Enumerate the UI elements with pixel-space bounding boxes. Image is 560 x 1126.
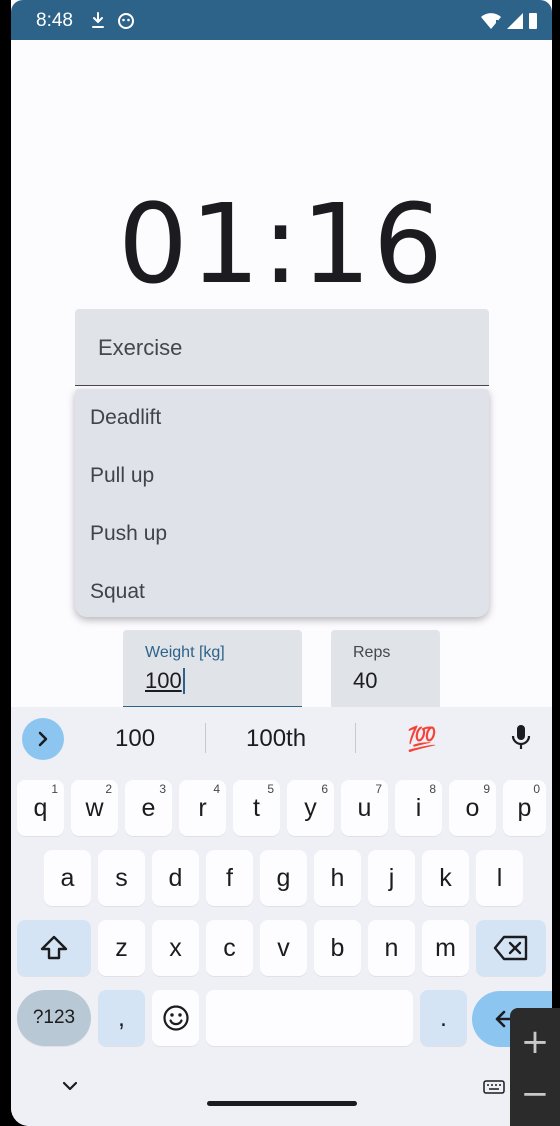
symbols-key[interactable]: ?123 bbox=[17, 990, 91, 1046]
soft-keyboard: 100 100th 💯 q1 w2 e3 r4 t5 y6 u7 i8 o9 p… bbox=[11, 707, 552, 1126]
key-j[interactable]: j bbox=[368, 850, 415, 906]
keyboard-expand-button[interactable] bbox=[22, 718, 64, 760]
key-g[interactable]: g bbox=[260, 850, 307, 906]
download-notification-icon bbox=[92, 12, 104, 28]
key-f[interactable]: f bbox=[206, 850, 253, 906]
app-notification-icon bbox=[118, 13, 134, 29]
emoji-key[interactable] bbox=[152, 990, 199, 1046]
key-e[interactable]: e3 bbox=[125, 780, 172, 836]
key-a[interactable]: a bbox=[44, 850, 91, 906]
wifi-icon bbox=[481, 13, 501, 29]
key-s[interactable]: s bbox=[98, 850, 145, 906]
phone-screen: 8:48 01:16 Exercise Deadlift Pull up Pus… bbox=[11, 0, 552, 1126]
key-x[interactable]: x bbox=[152, 920, 199, 976]
comma-key[interactable]: , bbox=[98, 990, 145, 1046]
exercise-dropdown-menu: Deadlift Pull up Push up Squat bbox=[75, 389, 489, 617]
space-key[interactable] bbox=[206, 990, 413, 1046]
countdown-timer: 01:16 bbox=[117, 180, 445, 308]
suggestion-divider bbox=[355, 723, 356, 753]
microphone-icon[interactable] bbox=[510, 723, 532, 751]
zoom-control: + − bbox=[510, 1008, 560, 1126]
zoom-out-button[interactable]: − bbox=[510, 1074, 560, 1114]
suggestion-1[interactable]: 100 bbox=[115, 725, 155, 753]
key-p[interactable]: p0 bbox=[503, 780, 546, 836]
key-n[interactable]: n bbox=[368, 920, 415, 976]
key-w[interactable]: w2 bbox=[71, 780, 118, 836]
text-caret bbox=[182, 668, 185, 694]
battery-icon bbox=[529, 13, 537, 29]
key-o[interactable]: o9 bbox=[449, 780, 496, 836]
key-l[interactable]: l bbox=[476, 850, 523, 906]
emoji-icon bbox=[162, 1005, 189, 1031]
key-h[interactable]: h bbox=[314, 850, 361, 906]
keyboard-switch-icon[interactable] bbox=[483, 1080, 505, 1094]
dropdown-item-squat[interactable]: Squat bbox=[75, 563, 489, 621]
reps-input[interactable]: 40 bbox=[353, 668, 377, 694]
suggestion-2[interactable]: 100th bbox=[246, 725, 306, 753]
key-q[interactable]: q1 bbox=[17, 780, 64, 836]
status-system-icons bbox=[480, 12, 538, 30]
status-time: 8:48 bbox=[36, 10, 73, 31]
zoom-in-button[interactable]: + bbox=[510, 1022, 560, 1062]
backspace-key[interactable] bbox=[476, 920, 546, 976]
key-d[interactable]: d bbox=[152, 850, 199, 906]
suggestion-divider bbox=[205, 723, 206, 753]
period-key[interactable]: . bbox=[420, 990, 467, 1046]
dropdown-item-deadlift[interactable]: Deadlift bbox=[75, 389, 489, 447]
shift-key[interactable] bbox=[17, 920, 91, 976]
reps-value: 40 bbox=[353, 668, 378, 693]
key-y[interactable]: y6 bbox=[287, 780, 334, 836]
reps-input-field[interactable]: Reps 40 bbox=[331, 630, 440, 708]
key-u[interactable]: u7 bbox=[341, 780, 388, 836]
shift-icon bbox=[40, 935, 68, 960]
exercise-field-label: Exercise bbox=[98, 335, 183, 360]
backspace-icon bbox=[493, 935, 528, 961]
weight-field-label: Weight [kg] bbox=[145, 644, 225, 661]
dropdown-item-push-up[interactable]: Push up bbox=[75, 505, 489, 563]
keyboard-nav-row bbox=[11, 1058, 552, 1126]
key-v[interactable]: v bbox=[260, 920, 307, 976]
suggestion-3-emoji[interactable]: 💯 bbox=[407, 725, 437, 754]
weight-value: 100 bbox=[145, 668, 182, 693]
cell-signal-icon bbox=[507, 13, 523, 29]
key-z[interactable]: z bbox=[98, 920, 145, 976]
key-t[interactable]: t5 bbox=[233, 780, 280, 836]
key-k[interactable]: k bbox=[422, 850, 469, 906]
weight-input[interactable]: 100 bbox=[145, 668, 185, 694]
suggestion-bar: 100 100th 💯 bbox=[11, 707, 552, 769]
key-b[interactable]: b bbox=[314, 920, 361, 976]
chevron-right-icon bbox=[38, 731, 48, 747]
navigation-handle[interactable] bbox=[207, 1101, 357, 1106]
hide-keyboard-chevron-down-icon[interactable] bbox=[61, 1080, 79, 1092]
status-bar: 8:48 bbox=[11, 0, 552, 40]
key-i[interactable]: i8 bbox=[395, 780, 442, 836]
dropdown-item-pull-up[interactable]: Pull up bbox=[75, 447, 489, 505]
reps-field-label: Reps bbox=[353, 644, 391, 661]
key-m[interactable]: m bbox=[422, 920, 469, 976]
exercise-dropdown-field[interactable]: Exercise bbox=[75, 309, 489, 386]
status-notification-icons bbox=[91, 12, 135, 30]
weight-input-field[interactable]: Weight [kg] 100 bbox=[123, 630, 302, 708]
key-r[interactable]: r4 bbox=[179, 780, 226, 836]
key-c[interactable]: c bbox=[206, 920, 253, 976]
